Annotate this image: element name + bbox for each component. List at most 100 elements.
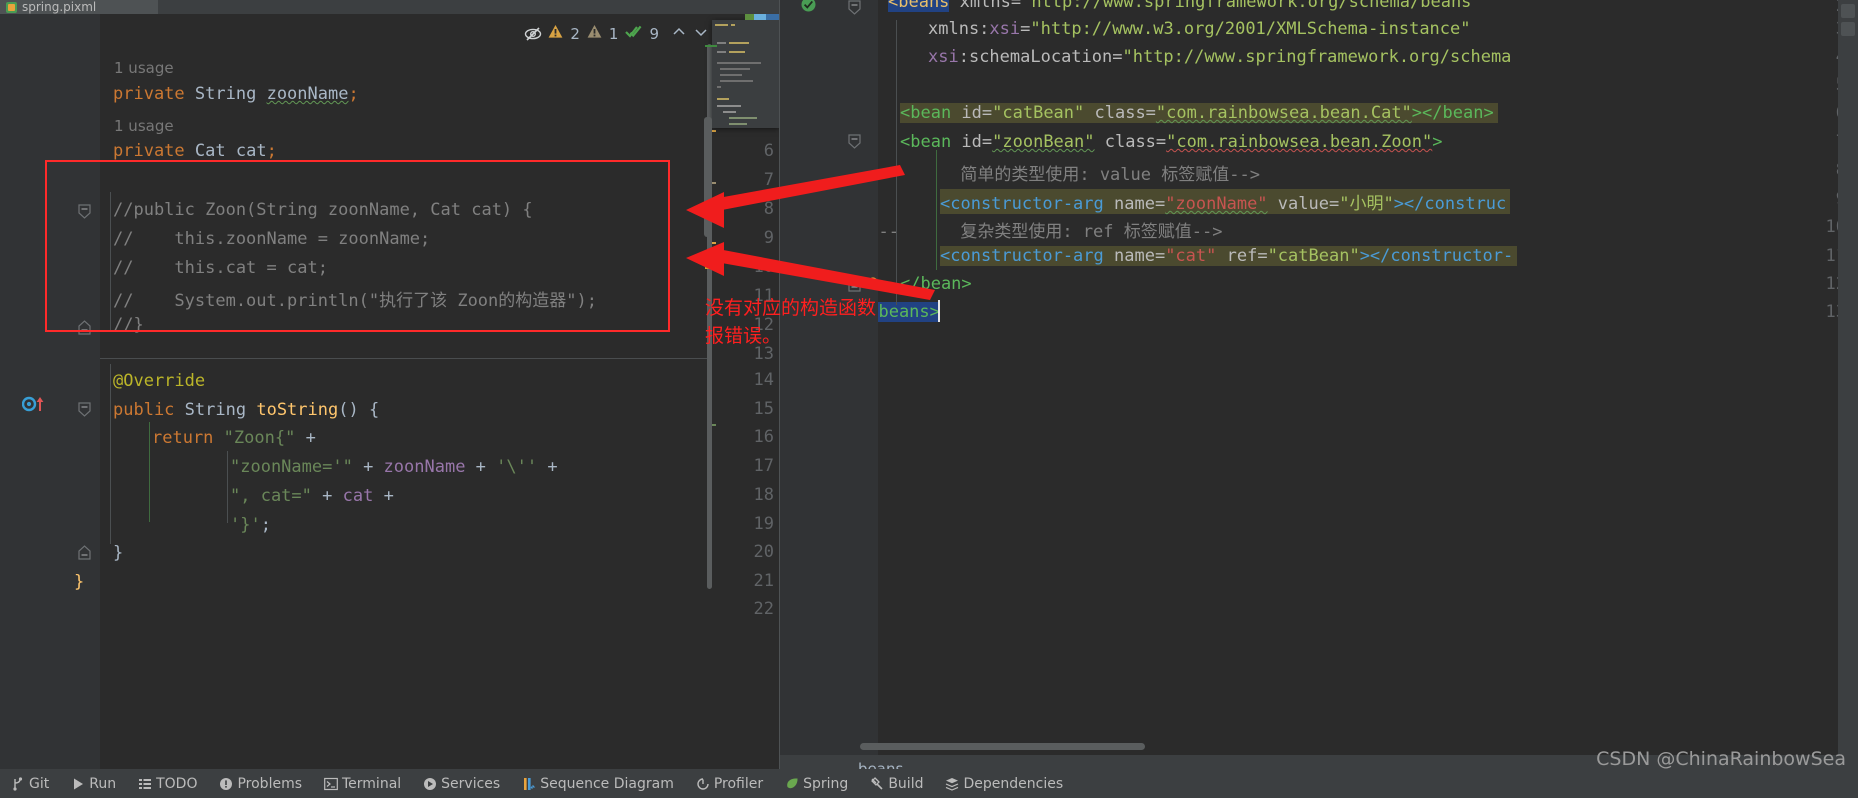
spring-leaf-icon	[785, 777, 798, 790]
ok-count: 9	[649, 24, 659, 43]
right-gutter	[780, 0, 878, 769]
tool-strip-button[interactable]	[1841, 22, 1855, 36]
usage-hint: 1 usage	[114, 59, 174, 77]
left-code-area[interactable]: 1 usage private String zoonName; 1 usage…	[74, 14, 780, 769]
code-line-8: //public Zoon(String zoonName, Cat cat) …	[113, 200, 533, 220]
xml-line-4: xsi:schemaLocation="http://www.springfra…	[928, 47, 1512, 67]
xml-line-11: <constructor-arg name="cat" ref="catBean…	[940, 246, 1518, 266]
tool-button-label: Dependencies	[963, 775, 1064, 792]
minimap-header-accent	[745, 14, 754, 20]
fold-marker-collapse[interactable]	[78, 545, 91, 560]
xml-line-2: <beans xmlns="http://www.springframework…	[888, 0, 1482, 12]
code-line-5: private String zoonName;	[113, 84, 359, 104]
text-caret	[938, 300, 940, 322]
xml-line-10: <!-- 复杂类型使用: ref 标签赋值-->	[878, 222, 1223, 242]
fold-marker-expand[interactable]	[848, 277, 861, 296]
tool-button-todo[interactable]: TODO	[127, 769, 208, 798]
tool-button-label: TODO	[156, 775, 198, 792]
fold-marker-collapse[interactable]	[848, 0, 861, 19]
services-icon	[423, 777, 437, 790]
tool-button-dependencies[interactable]: Dependencies	[934, 769, 1074, 798]
code-line-20: }	[113, 543, 124, 563]
right-horizontal-scrollbar[interactable]	[860, 743, 1145, 750]
left-editor-pane[interactable]: 4 5 6 7 8 9 10 11 12 13 14 15 16 17 18 1…	[0, 14, 780, 769]
code-line-15: public String toString() {	[113, 400, 380, 420]
fold-marker-collapse[interactable]	[78, 402, 91, 417]
run-gutter-icon[interactable]	[21, 396, 48, 412]
code-line-6: private Cat cat;	[113, 141, 277, 161]
tool-button-label: Git	[29, 775, 50, 792]
code-line-18: ", cat=" + cat +	[230, 486, 394, 506]
tool-button-spring[interactable]: Spring	[774, 769, 859, 798]
inspection-widget[interactable]: 2 1 9	[524, 24, 708, 43]
tool-button-run[interactable]: Run	[60, 769, 127, 798]
watermark: CSDN @ChinaRainbowSea	[1596, 748, 1846, 770]
tool-button-label: Sequence Diagram	[540, 775, 674, 792]
tool-button-label: Profiler	[713, 775, 764, 792]
warning-count: 2	[570, 24, 580, 43]
code-line-21: }	[74, 572, 85, 592]
xml-file-icon	[6, 1, 17, 13]
code-line-19: '}';	[230, 515, 271, 535]
terminal-icon	[324, 777, 338, 791]
tool-button-label: Build	[888, 775, 924, 792]
right-tool-strip	[1838, 0, 1858, 769]
indent-guide-active	[936, 150, 937, 270]
dependencies-icon	[945, 777, 959, 791]
right-code-area[interactable]: <beans xmlns="http://www.springframework…	[878, 0, 1858, 769]
tool-button-build[interactable]: Build	[859, 769, 934, 798]
fold-marker-collapse[interactable]	[78, 204, 91, 219]
tool-button-label: Problems	[237, 775, 302, 792]
hide-inspections-icon[interactable]	[524, 25, 542, 42]
editor-minimap-preview[interactable]	[712, 20, 779, 128]
spring-bean-gutter-icon[interactable]	[800, 0, 817, 17]
git-branch-icon	[11, 777, 24, 791]
tool-strip-button[interactable]	[1841, 4, 1855, 18]
indent-guide	[896, 20, 897, 305]
indent-guide	[110, 364, 111, 544]
minimap-header-accent2	[754, 14, 766, 20]
build-hammer-icon	[870, 777, 883, 790]
xml-line-6: <bean id="catBean" class="com.rainbowsea…	[900, 103, 1498, 123]
left-fold-gutter[interactable]	[64, 14, 100, 769]
tool-button-label: Run	[89, 775, 117, 792]
code-line-9: // this.zoonName = zoonName;	[113, 229, 431, 249]
todo-list-icon	[138, 777, 152, 790]
tool-button-terminal[interactable]: Terminal	[313, 769, 412, 798]
indent-guide-active	[149, 422, 150, 522]
weak-warning-count: 1	[608, 24, 619, 43]
tool-button-sequence-diagram[interactable]: Sequence Diagram	[511, 769, 685, 798]
tool-button-services[interactable]: Services	[412, 769, 511, 798]
tool-button-label: Terminal	[342, 775, 402, 792]
indent-guide	[227, 451, 228, 523]
editor-tab-label: spring.pixml	[22, 0, 97, 14]
tool-button-label: Services	[441, 775, 501, 792]
code-line-16: return "Zoon{" +	[152, 428, 316, 448]
inspection-ok-check-icon[interactable]	[625, 24, 642, 43]
minimap-marker-green	[705, 45, 717, 47]
editor-tab-spring-xml[interactable]: spring.pixml	[0, 0, 158, 14]
problems-circle-icon	[219, 777, 233, 790]
right-editor-pane[interactable]: 2 3 4 5 6 7 8 9 10 11 12 13 <beans	[780, 0, 1858, 769]
xml-line-3: xmlns:xsi="http://www.w3.org/2001/XMLSch…	[928, 19, 1471, 39]
run-play-icon	[71, 777, 84, 790]
tool-button-problems[interactable]: Problems	[208, 769, 313, 798]
xml-line-13: </beans>	[878, 302, 940, 322]
code-line-17: "zoonName='" + zoonName + '\'' +	[230, 457, 558, 477]
code-line-10: // this.cat = cat;	[113, 258, 328, 278]
tool-button-profiler[interactable]: Profiler	[685, 769, 774, 798]
sequence-diagram-icon	[522, 777, 536, 790]
code-line-11: // System.out.println("执行了该 Zoon的构造器");	[113, 291, 597, 311]
method-separator	[100, 358, 712, 359]
xml-line-12: </bean>	[900, 274, 972, 294]
ide-window: spring.pixml 4 5 6 7 8 9 10 11 12 13 14 …	[0, 0, 1858, 798]
minimap-scroll-thumb[interactable]	[704, 117, 712, 237]
tool-button-git[interactable]: Git	[0, 769, 60, 798]
code-line-14: @Override	[113, 371, 206, 391]
fold-marker-collapse[interactable]	[848, 134, 861, 153]
warning-triangle-icon[interactable]	[548, 24, 563, 43]
fold-marker-collapse[interactable]	[78, 320, 91, 335]
left-gutter	[0, 14, 64, 769]
chevron-up-icon[interactable]	[672, 25, 686, 43]
weak-warning-triangle-icon[interactable]	[587, 24, 602, 43]
